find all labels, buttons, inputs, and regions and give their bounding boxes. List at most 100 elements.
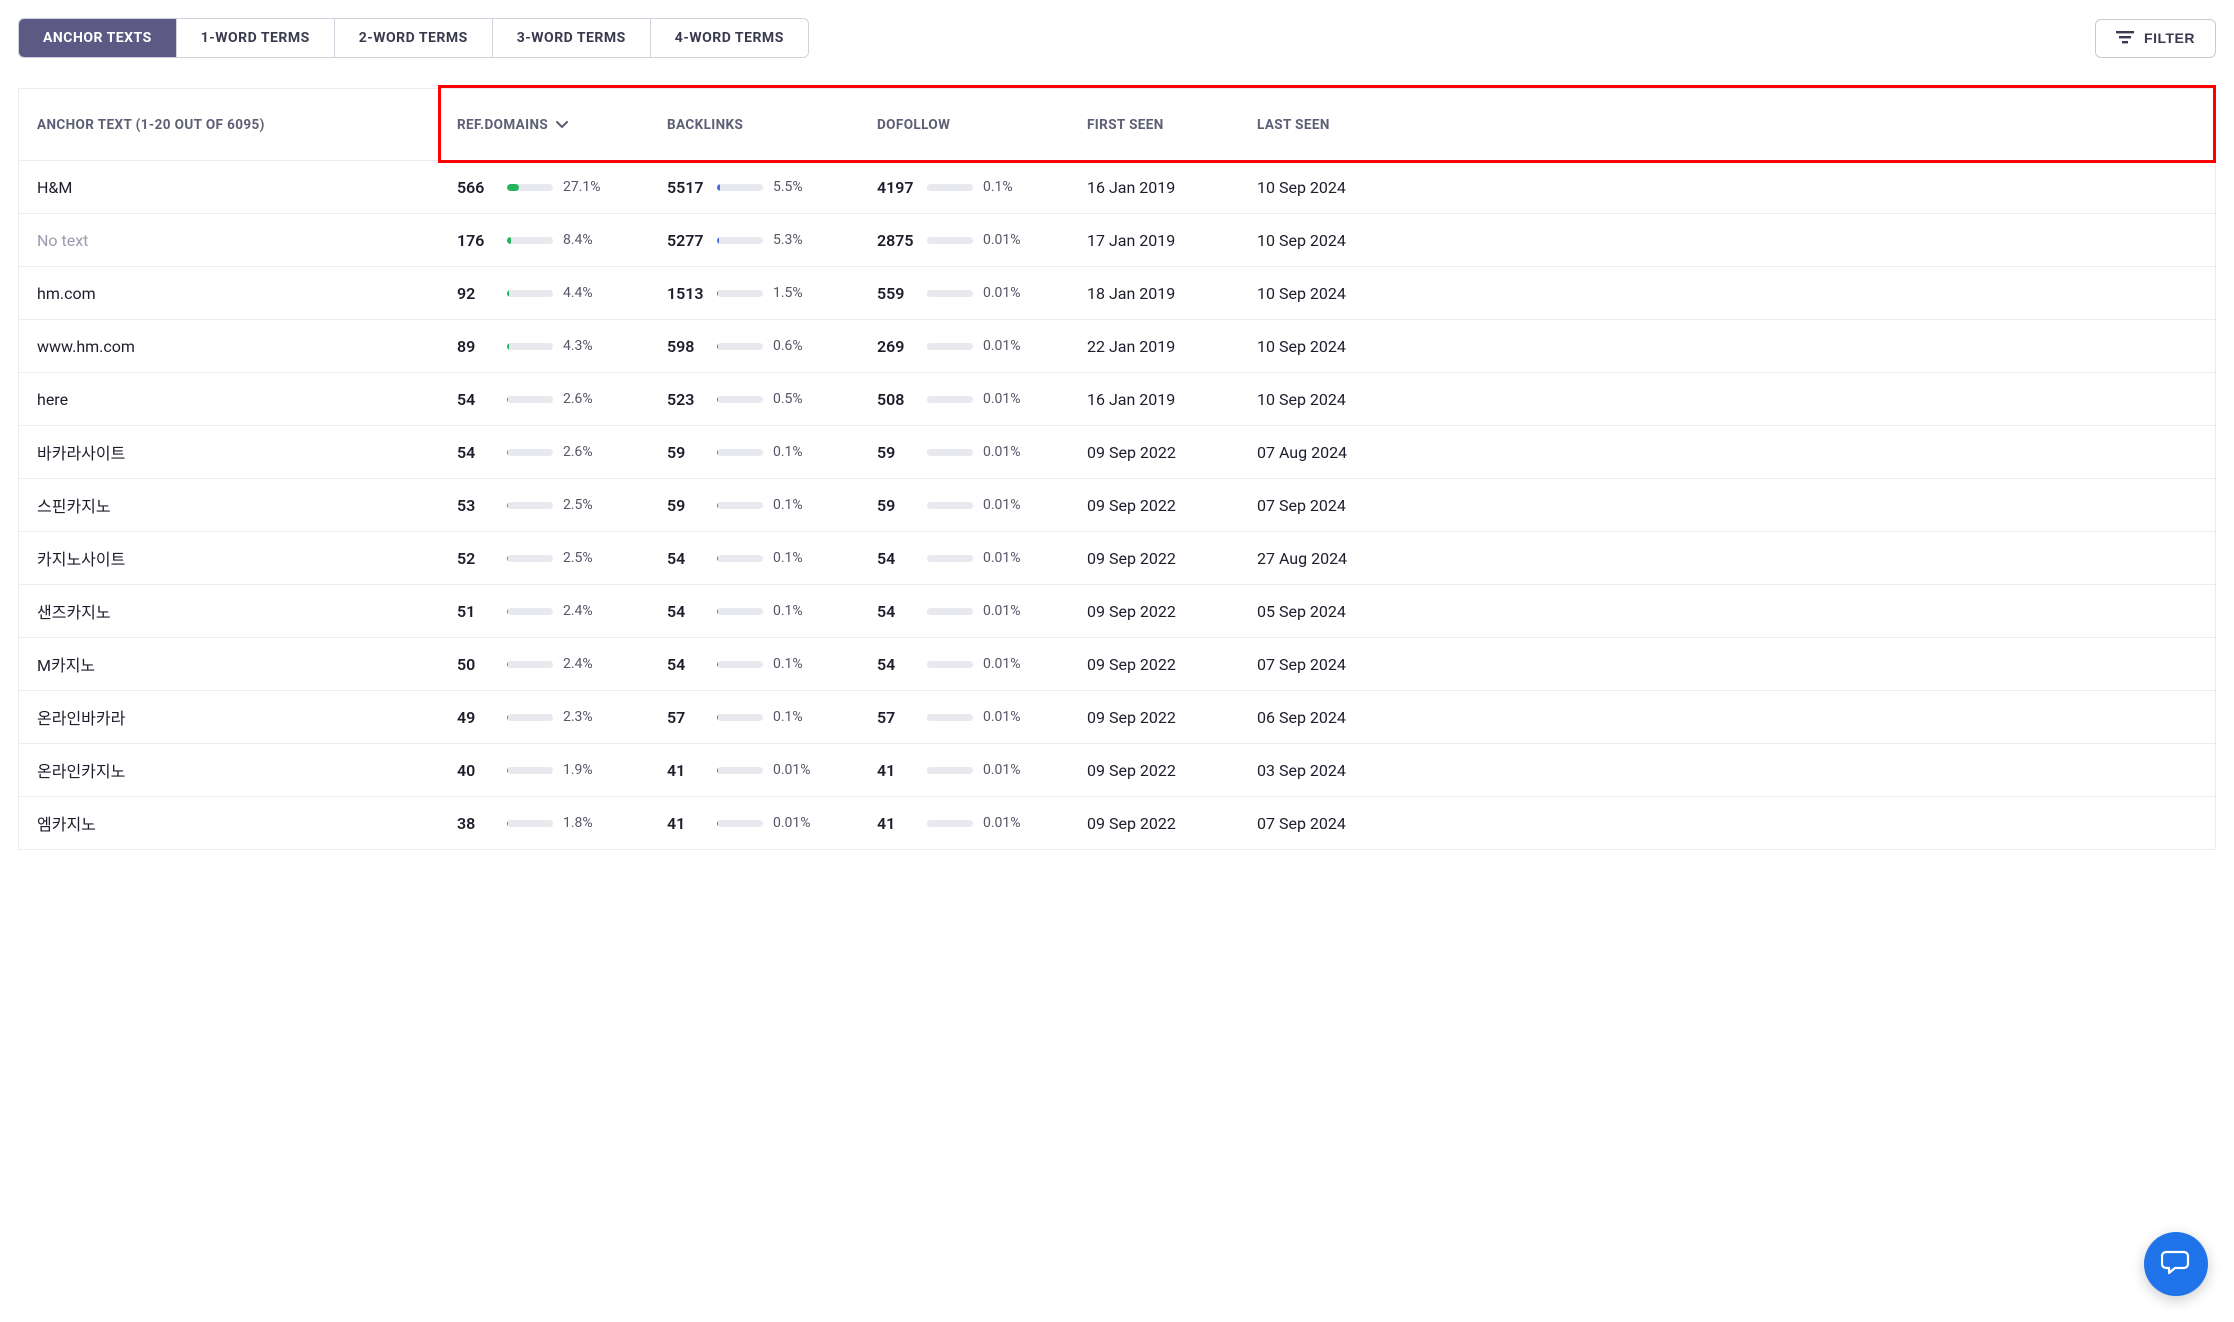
table-row[interactable]: 엠카지노 38 1.8% 41 0.01% 41 0.01% 09 Sep 20…: [19, 796, 2215, 849]
cell-percent: 8.4%: [563, 232, 593, 248]
col-header-backlinks-label: BACKLINKS: [667, 117, 743, 133]
table-row[interactable]: H&M 566 27.1% 5517 5.5% 4197 0.1% 16 Jan…: [19, 160, 2215, 213]
cell-percent: 0.01%: [983, 550, 1021, 566]
cell-value: 41: [667, 814, 707, 833]
table-row[interactable]: 스핀카지노 53 2.5% 59 0.1% 59 0.01% 09 Sep 20…: [19, 478, 2215, 531]
cell-percent: 27.1%: [563, 179, 601, 195]
col-header-dofollow[interactable]: DOFOLLOW: [859, 117, 1069, 133]
cell-percent: 0.01%: [983, 656, 1021, 672]
cell-last-seen: 05 Sep 2024: [1239, 602, 2215, 621]
table-wrapper: ANCHOR TEXT (1-20 OUT OF 6095) REF.DOMAI…: [18, 88, 2216, 850]
cell-refdomains: 92 4.4%: [439, 284, 649, 303]
progress-bar: [507, 290, 553, 297]
cell-backlinks: 59 0.1%: [649, 496, 859, 515]
col-header-first-seen[interactable]: FIRST SEEN: [1069, 117, 1239, 133]
table-row[interactable]: 바카라사이트 54 2.6% 59 0.1% 59 0.01% 09 Sep 2…: [19, 425, 2215, 478]
cell-backlinks: 1513 1.5%: [649, 284, 859, 303]
tab-1[interactable]: 1-WORD TERMS: [177, 19, 335, 57]
progress-bar: [507, 396, 553, 403]
cell-last-seen: 10 Sep 2024: [1239, 231, 2215, 250]
cell-refdomains: 51 2.4%: [439, 602, 649, 621]
progress-bar: [717, 449, 763, 456]
col-header-refdomains[interactable]: REF.DOMAINS: [439, 117, 649, 133]
cell-last-seen: 27 Aug 2024: [1239, 549, 2215, 568]
cell-anchor: 카지노사이트: [19, 546, 439, 570]
cell-last-seen: 07 Sep 2024: [1239, 655, 2215, 674]
cell-percent: 0.01%: [983, 497, 1021, 513]
cell-value: 54: [667, 549, 707, 568]
cell-value: 54: [877, 655, 917, 674]
col-header-anchor-label: ANCHOR TEXT (1-20 OUT OF 6095): [37, 117, 265, 133]
progress-bar: [927, 661, 973, 668]
progress-bar: [927, 343, 973, 350]
cell-value: 59: [667, 443, 707, 462]
progress-bar: [717, 343, 763, 350]
tab-group: ANCHOR TEXTS1-WORD TERMS2-WORD TERMS3-WO…: [18, 18, 809, 58]
table-row[interactable]: here 54 2.6% 523 0.5% 508 0.01% 16 Jan 2…: [19, 372, 2215, 425]
cell-value: 559: [877, 284, 917, 303]
filter-button[interactable]: FILTER: [2095, 19, 2216, 58]
col-header-last-seen[interactable]: LAST SEEN: [1239, 117, 2215, 133]
cell-refdomains: 52 2.5%: [439, 549, 649, 568]
progress-bar: [507, 608, 553, 615]
cell-last-seen: 10 Sep 2024: [1239, 337, 2215, 356]
cell-anchor: 스핀카지노: [19, 493, 439, 517]
cell-anchor: 샌즈카지노: [19, 599, 439, 623]
cell-last-seen: 10 Sep 2024: [1239, 178, 2215, 197]
table-row[interactable]: www.hm.com 89 4.3% 598 0.6% 269 0.01% 22…: [19, 319, 2215, 372]
cell-value: 89: [457, 337, 497, 356]
cell-value: 92: [457, 284, 497, 303]
table-row[interactable]: 샌즈카지노 51 2.4% 54 0.1% 54 0.01% 09 Sep 20…: [19, 584, 2215, 637]
cell-dofollow: 41 0.01%: [859, 814, 1069, 833]
progress-bar: [507, 555, 553, 562]
progress-bar: [717, 396, 763, 403]
table-row[interactable]: 카지노사이트 52 2.5% 54 0.1% 54 0.01% 09 Sep 2…: [19, 531, 2215, 584]
tab-2[interactable]: 2-WORD TERMS: [335, 19, 493, 57]
cell-percent: 0.01%: [773, 762, 811, 778]
cell-percent: 5.3%: [773, 232, 803, 248]
cell-refdomains: 566 27.1%: [439, 178, 649, 197]
topbar: ANCHOR TEXTS1-WORD TERMS2-WORD TERMS3-WO…: [18, 18, 2216, 58]
progress-bar: [717, 237, 763, 244]
cell-backlinks: 598 0.6%: [649, 337, 859, 356]
progress-bar: [717, 555, 763, 562]
col-header-backlinks[interactable]: BACKLINKS: [649, 117, 859, 133]
cell-value: 54: [667, 655, 707, 674]
progress-bar: [927, 502, 973, 509]
cell-value: 176: [457, 231, 497, 250]
tab-3[interactable]: 3-WORD TERMS: [493, 19, 651, 57]
chat-icon: [2161, 1248, 2191, 1280]
cell-refdomains: 176 8.4%: [439, 231, 649, 250]
cell-first-seen: 09 Sep 2022: [1069, 761, 1239, 780]
tab-4[interactable]: 4-WORD TERMS: [651, 19, 808, 57]
cell-last-seen: 07 Aug 2024: [1239, 443, 2215, 462]
cell-first-seen: 22 Jan 2019: [1069, 337, 1239, 356]
table-row[interactable]: 온라인카지노 40 1.9% 41 0.01% 41 0.01% 09 Sep …: [19, 743, 2215, 796]
anchor-text: M카지노: [37, 652, 95, 676]
cell-percent: 0.1%: [773, 603, 803, 619]
table-row[interactable]: hm.com 92 4.4% 1513 1.5% 559 0.01% 18 Ja…: [19, 266, 2215, 319]
progress-bar: [507, 502, 553, 509]
anchor-text: 온라인바카라: [37, 705, 125, 729]
anchor-text: www.hm.com: [37, 337, 135, 356]
chat-button[interactable]: [2144, 1232, 2208, 1296]
anchor-text: 온라인카지노: [37, 758, 125, 782]
cell-value: 5517: [667, 178, 707, 197]
table-row[interactable]: No text 176 8.4% 5277 5.3% 2875 0.01% 17…: [19, 213, 2215, 266]
cell-value: 1513: [667, 284, 707, 303]
cell-value: 269: [877, 337, 917, 356]
progress-bar: [717, 608, 763, 615]
table-row[interactable]: 온라인바카라 49 2.3% 57 0.1% 57 0.01% 09 Sep 2…: [19, 690, 2215, 743]
cell-first-seen: 16 Jan 2019: [1069, 390, 1239, 409]
table-row[interactable]: M카지노 50 2.4% 54 0.1% 54 0.01% 09 Sep 202…: [19, 637, 2215, 690]
progress-bar: [927, 184, 973, 191]
cell-percent: 4.3%: [563, 338, 593, 354]
cell-dofollow: 54 0.01%: [859, 655, 1069, 674]
cell-value: 523: [667, 390, 707, 409]
tab-0[interactable]: ANCHOR TEXTS: [19, 19, 177, 57]
progress-bar: [507, 343, 553, 350]
col-header-anchor[interactable]: ANCHOR TEXT (1-20 OUT OF 6095): [19, 117, 439, 133]
progress-bar: [717, 820, 763, 827]
cell-backlinks: 59 0.1%: [649, 443, 859, 462]
progress-bar: [717, 502, 763, 509]
